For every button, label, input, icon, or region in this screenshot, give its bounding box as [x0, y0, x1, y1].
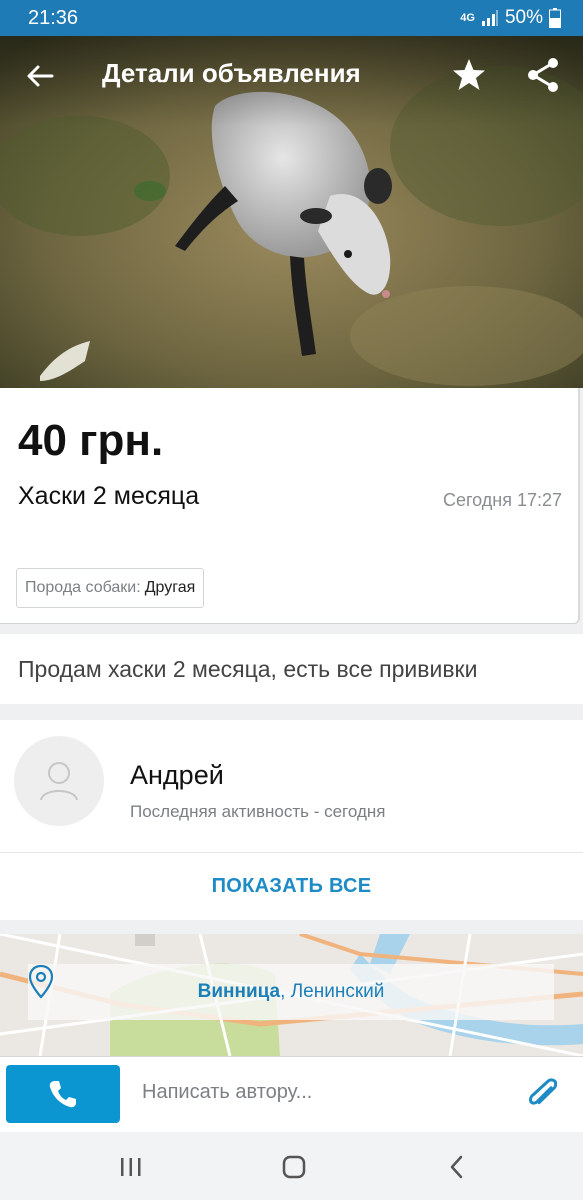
location-pin-icon: [28, 964, 54, 999]
battery-icon: [549, 8, 561, 28]
attribute-value: Другая: [144, 579, 196, 596]
description-text: Продам хаски 2 месяца, есть все прививки: [18, 655, 478, 682]
paperclip-icon[interactable]: [524, 1077, 562, 1113]
location-city: Винница: [197, 981, 281, 1002]
listing-title: Хаски 2 месяца: [18, 482, 200, 510]
attribute-chip: Порода собаки: Другая: [16, 568, 205, 608]
status-bar: 21:36 4G 50%: [0, 0, 583, 36]
home-icon[interactable]: [279, 1152, 309, 1182]
back-arrow-icon[interactable]: [24, 60, 56, 92]
location-text: Винница, Ленинский: [198, 981, 385, 1003]
signal-icon: [481, 10, 498, 26]
page-title: Детали объявления: [102, 58, 361, 88]
battery-percent: 50%: [504, 7, 543, 28]
message-input[interactable]: Написать автору...: [142, 1081, 312, 1104]
share-icon[interactable]: [524, 56, 562, 94]
location-label: Винница, Ленинский: [28, 964, 554, 1020]
listing-info-card: 40 грн. Хаски 2 месяца Сегодня 17:27 Пор…: [0, 388, 580, 624]
call-button[interactable]: [6, 1065, 120, 1123]
star-icon[interactable]: [450, 56, 488, 94]
message-bar: Написать автору...: [0, 1056, 583, 1132]
location-district: Ленинский: [290, 981, 385, 1002]
status-icons: 4G 50%: [460, 7, 561, 29]
show-all-button[interactable]: ПОКАЗАТЬ ВСЕ: [0, 853, 583, 920]
seller-card: Андрей Последняя активность - сегодня ПО…: [0, 720, 583, 920]
attribute-key: Порода собаки:: [25, 579, 141, 596]
user-avatar-icon[interactable]: [14, 736, 104, 826]
back-icon[interactable]: [442, 1152, 472, 1182]
listing-price: 40 грн.: [18, 416, 164, 465]
system-nav-bar: [0, 1132, 583, 1200]
location-map[interactable]: Винница, Ленинский: [0, 934, 583, 1056]
listing-description: Продам хаски 2 месяца, есть все прививки: [0, 634, 583, 704]
network-type: 4G: [460, 11, 475, 24]
status-time: 21:36: [28, 6, 79, 29]
listing-photo[interactable]: Детали объявления: [0, 36, 583, 388]
recent-apps-icon[interactable]: [116, 1152, 146, 1182]
phone-icon: [49, 1081, 76, 1108]
seller-name[interactable]: Андрей: [130, 760, 224, 791]
seller-activity: Последняя активность - сегодня: [130, 802, 386, 821]
listing-date: Сегодня 17:27: [442, 490, 562, 510]
location-separator: ,: [280, 981, 291, 1002]
app-bar: Детали объявления: [0, 36, 583, 116]
